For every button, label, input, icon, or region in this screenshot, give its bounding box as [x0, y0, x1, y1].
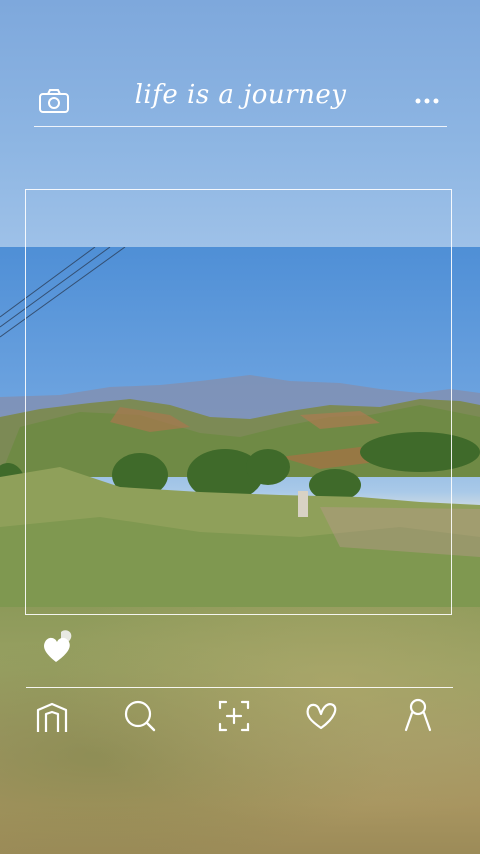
bottom-nav	[26, 696, 453, 736]
home-icon	[36, 702, 68, 732]
nav-search[interactable]	[120, 696, 160, 736]
photo-frame	[25, 189, 452, 615]
profile-icon	[404, 698, 432, 732]
heart-outline-icon	[306, 703, 337, 730]
nav-divider	[26, 687, 453, 688]
camera-button[interactable]	[38, 88, 70, 114]
search-icon	[124, 700, 156, 732]
add-icon	[218, 700, 250, 732]
heart-icon	[44, 630, 72, 662]
header-bar: life is a journey	[34, 78, 447, 127]
more-icon	[415, 98, 439, 104]
nav-home[interactable]	[32, 696, 72, 736]
app-screen: life is a journey	[0, 0, 480, 854]
nav-likes[interactable]	[302, 696, 342, 736]
page-title: life is a journey	[134, 80, 347, 110]
like-button[interactable]	[42, 628, 76, 664]
nav-profile[interactable]	[398, 696, 438, 736]
more-button[interactable]	[413, 92, 441, 110]
nav-add[interactable]	[214, 696, 254, 736]
camera-icon	[39, 89, 69, 113]
